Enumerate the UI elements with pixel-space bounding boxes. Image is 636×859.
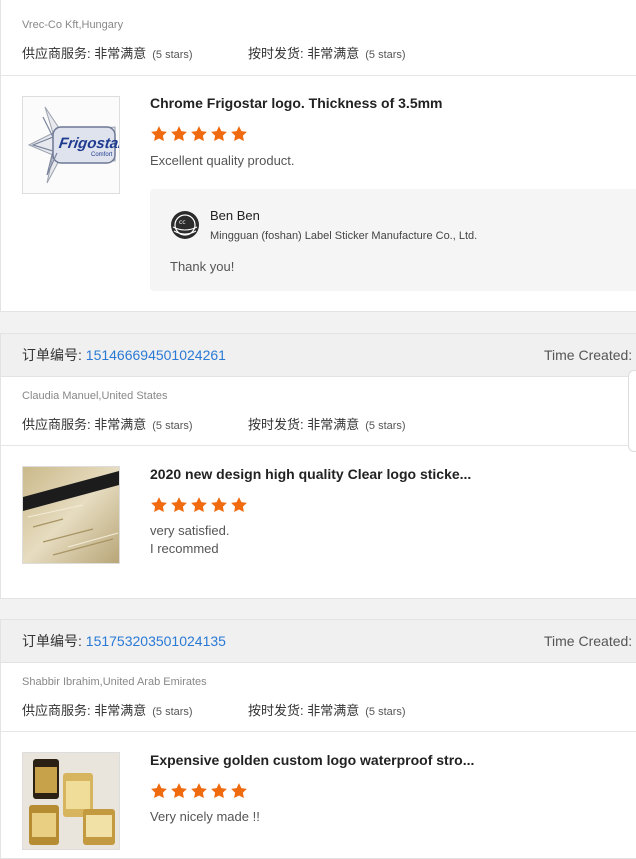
clear-sticker-image <box>23 467 119 563</box>
side-floating-tab[interactable] <box>628 370 636 452</box>
order-header: 订单编号: 151753203501024135 Time Created: 2 <box>1 620 636 663</box>
order-header: 订单编号: 151466694501024261 Time Created: 2 <box>1 334 636 377</box>
buyer-name: Claudia Manuel,United States <box>22 390 168 402</box>
star-icon <box>151 497 167 513</box>
seller-name: Ben Ben <box>210 208 260 223</box>
star-icon <box>191 783 207 799</box>
order-number-link[interactable]: 151466694501024261 <box>86 347 226 363</box>
order-number-link[interactable]: 151753203501024135 <box>86 633 226 649</box>
product-title[interactable]: 2020 new design high quality Clear logo … <box>150 466 471 482</box>
rating-stars <box>150 496 248 514</box>
supplier-service-stars: (5 stars) <box>152 420 193 432</box>
star-icon <box>231 126 247 142</box>
review-card: Vrec-Co Kft,Hungary 供应商服务: 非常满意 (5 stars)… <box>0 0 636 312</box>
divider <box>1 731 636 732</box>
review-comment: Very nicely made !! <box>150 809 260 824</box>
on-time-value: 非常满意 <box>307 417 360 432</box>
on-time-value: 非常满意 <box>307 46 360 61</box>
star-icon <box>171 126 187 142</box>
on-time-value: 非常满意 <box>307 703 360 718</box>
review-card: 订单编号: 151466694501024261 Time Created: 2… <box>0 333 636 599</box>
product-thumbnail[interactable] <box>22 752 120 850</box>
star-icon <box>191 126 207 142</box>
supplier-ratings: 供应商服务: 非常满意 (5 stars) 按时发货: 非常满意 (5 stars) <box>22 43 406 62</box>
supplier-service-label: 供应商服务: <box>22 417 95 432</box>
supplier-ratings: 供应商服务: 非常满意 (5 stars) 按时发货: 非常满意 (5 stars) <box>22 700 406 719</box>
on-time-label: 按时发货: <box>248 417 308 432</box>
divider <box>1 445 636 446</box>
supplier-service-stars: (5 stars) <box>152 706 193 718</box>
time-created: Time Created: 2 <box>544 347 636 363</box>
svg-text:cc: cc <box>179 219 186 226</box>
review-card: 订单编号: 151753203501024135 Time Created: 2… <box>0 619 636 859</box>
thumb-logo-text: Frigostar <box>57 135 120 152</box>
star-icon <box>211 126 227 142</box>
order-number-label: 订单编号: <box>22 347 86 363</box>
star-icon <box>231 783 247 799</box>
supplier-service-stars: (5 stars) <box>152 49 193 61</box>
review-comment: very satisfied. I recommed <box>150 522 229 558</box>
seller-logo-icon: cc <box>171 211 199 239</box>
star-icon <box>211 783 227 799</box>
supplier-service-value: 非常满意 <box>94 417 147 432</box>
on-time-stars: (5 stars) <box>365 706 406 718</box>
on-time-label: 按时发货: <box>248 46 308 61</box>
rating-stars <box>150 782 248 800</box>
star-icon <box>211 497 227 513</box>
review-comment: Excellent quality product. <box>150 153 295 168</box>
star-icon <box>151 126 167 142</box>
star-icon <box>171 783 187 799</box>
time-created: Time Created: 2 <box>544 633 636 649</box>
rating-stars <box>150 125 248 143</box>
product-title[interactable]: Expensive golden custom logo waterproof … <box>150 752 474 768</box>
seller-company: Mingguan (foshan) Label Sticker Manufact… <box>210 230 478 242</box>
thumb-logo-sub: Comfort <box>91 152 113 158</box>
order-number-label: 订单编号: <box>22 633 86 649</box>
supplier-service-label: 供应商服务: <box>22 703 95 718</box>
divider <box>1 75 636 76</box>
product-thumbnail[interactable]: Frigostar Comfort <box>22 96 120 194</box>
supplier-service-value: 非常满意 <box>94 46 147 61</box>
product-title[interactable]: Chrome Frigostar logo. Thickness of 3.5m… <box>150 95 443 111</box>
review-comment-line: very satisfied. <box>150 523 230 538</box>
buyer-name: Vrec-Co Kft,Hungary <box>22 19 124 31</box>
buyer-name: Shabbir Ibrahim,United Arab Emirates <box>22 676 207 688</box>
order-number: 订单编号: 151466694501024261 <box>22 334 226 376</box>
supplier-service-label: 供应商服务: <box>22 46 95 61</box>
supplier-service-value: 非常满意 <box>94 703 147 718</box>
order-number: 订单编号: 151753203501024135 <box>22 620 226 662</box>
review-comment-line: I recommed <box>150 541 219 556</box>
star-icon <box>191 497 207 513</box>
star-icon <box>231 497 247 513</box>
on-time-stars: (5 stars) <box>365 420 406 432</box>
star-icon <box>171 497 187 513</box>
seller-reply: cc Ben Ben Mingguan (foshan) Label Stick… <box>150 189 636 291</box>
on-time-stars: (5 stars) <box>365 49 406 61</box>
seller-reply-text: Thank you! <box>170 259 235 274</box>
supplier-ratings: 供应商服务: 非常满意 (5 stars) 按时发货: 非常满意 (5 stars) <box>22 414 406 433</box>
star-icon <box>151 783 167 799</box>
on-time-label: 按时发货: <box>248 703 308 718</box>
product-thumbnail[interactable] <box>22 466 120 564</box>
golden-label-image <box>23 753 119 849</box>
